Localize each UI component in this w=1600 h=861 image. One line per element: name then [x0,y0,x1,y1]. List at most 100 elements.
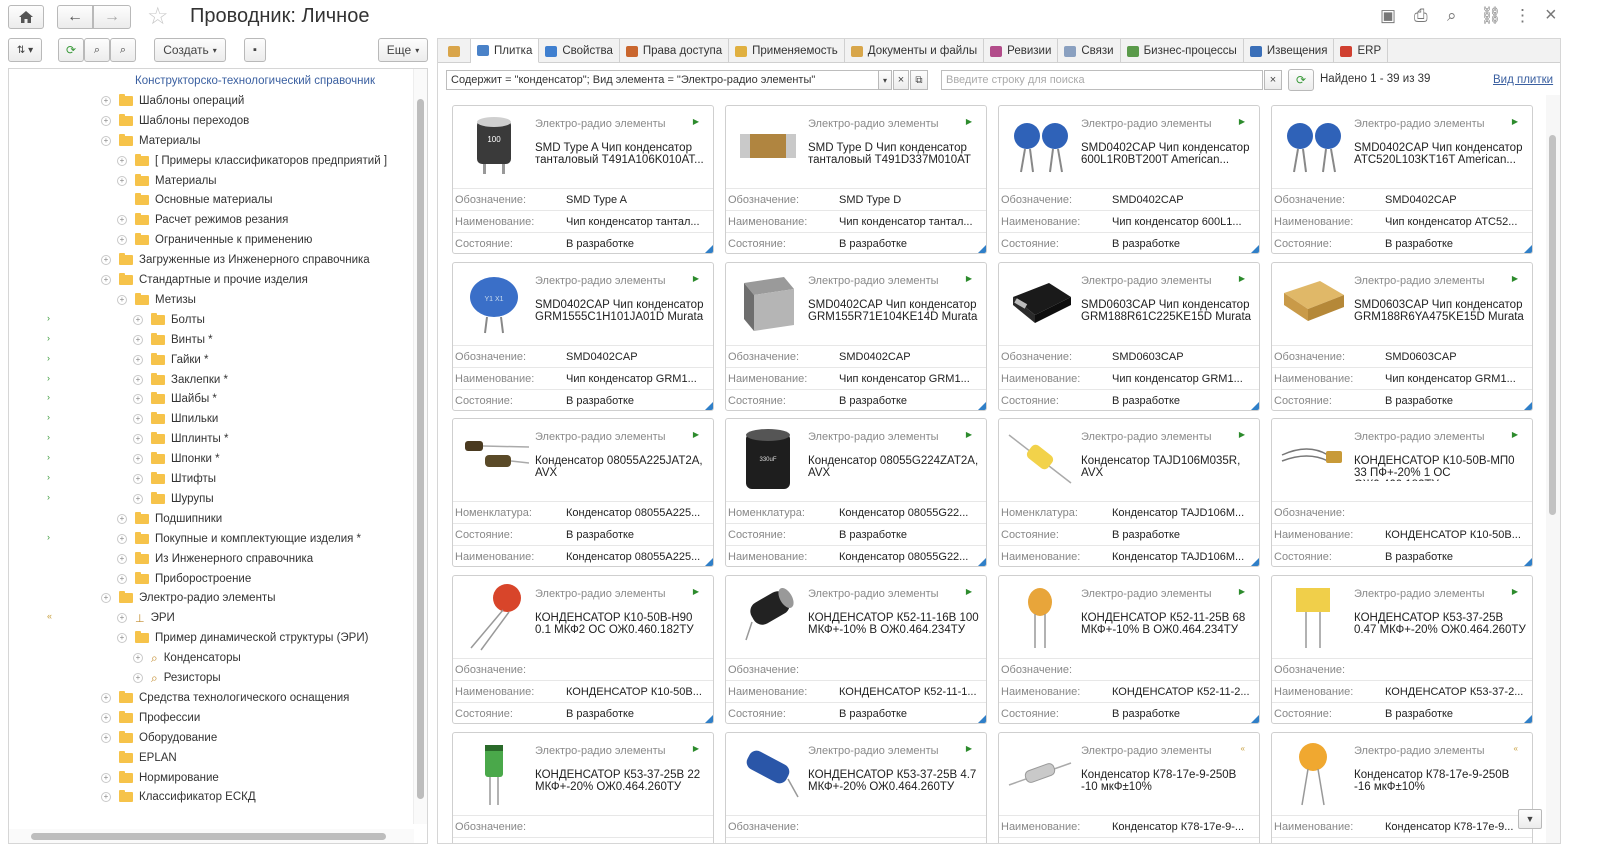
tree-node[interactable]: Основные материалы [117,190,273,210]
more-vertical-icon[interactable]: ⋮ [1514,6,1531,26]
tree-node[interactable]: + Шпонки * [133,449,220,469]
expand-icon[interactable]: + [133,474,143,484]
expand-icon[interactable]: + [101,593,111,604]
tab-search[interactable] [438,39,471,63]
tree-node[interactable]: + ⌕ Конденсаторы [133,648,241,668]
search-input[interactable]: Введите строку для поиска [941,70,1263,90]
tree-horizontal-scrollbar[interactable] [9,829,414,843]
tree-node[interactable]: + Стандартные и прочие изделия [101,270,308,290]
find-next-button[interactable]: ⌕ [110,38,136,62]
tree-node[interactable]: + Шпильки [133,409,218,429]
expand-icon[interactable]: + [133,354,143,365]
tree-node[interactable]: + Пример динамической структуры (ЭРИ) [117,628,368,648]
item-tile[interactable]: Электро-радио элементы ▶ КОНДЕНСАТОР К10-5… [452,575,714,724]
tab-Извещения[interactable]: Извещения [1244,39,1335,63]
item-tile[interactable]: Электро-радио элементы « Конденсатор К78-1… [998,732,1260,843]
filter-open-button[interactable]: ⧉ [910,70,928,90]
item-tile[interactable]: Электро-радио элементы ▶ КОНДЕНСАТОР К53-3… [1271,575,1533,724]
tree-node[interactable]: + Оборудование [101,728,217,748]
expand-icon[interactable]: + [117,294,127,305]
search-clear-button[interactable]: × [1264,70,1282,90]
tab-Применяемость[interactable]: Применяемость [729,39,845,63]
expand-icon[interactable]: + [133,493,143,504]
save-icon[interactable]: ▣ [1380,6,1396,26]
item-tile[interactable]: Электро-радио элементы ▶ КОНДЕНСАТОР К52-1… [998,575,1260,724]
tab-Связи[interactable]: Связи [1058,39,1121,63]
home-button[interactable] [8,5,44,29]
expand-icon[interactable]: + [101,115,111,126]
tree-node[interactable]: + Болты [133,310,205,330]
tree-node[interactable]: + ⊥ ЭРИ [117,608,175,628]
expand-icon[interactable]: + [117,215,127,226]
tree-node[interactable]: + Шайбы * [133,389,217,409]
expand-icon[interactable]: + [133,653,143,664]
close-icon[interactable]: × [1545,4,1557,27]
tree-node[interactable]: + Заклепки * [133,370,228,390]
item-tile[interactable]: Электро-радио элементы ▶ SMD0402CAP Чип ко… [998,105,1260,254]
link-icon[interactable]: ⛓ [1480,6,1502,26]
back-button[interactable]: ← [57,5,93,29]
item-tile[interactable]: Электро-радио элементы ▶ SMD0402CAP Чип ко… [725,262,987,411]
tree-node[interactable]: + Материалы [101,131,201,151]
tab-Свойства[interactable]: Свойства [539,39,620,63]
tree-node[interactable]: + Гайки * [133,350,209,370]
item-tile[interactable]: Электро-радио элементы ▶ КОНДЕНСАТОР К10-5… [1271,418,1533,567]
expand-icon[interactable]: + [133,314,143,325]
tree-node[interactable]: + Средства технологического оснащения [101,688,349,708]
expand-icon[interactable]: + [117,533,127,544]
item-tile[interactable]: Электро-радио элементы « Конденсатор К78-1… [1271,732,1533,843]
tree-node[interactable]: + Электро-радио элементы [101,588,275,608]
expand-icon[interactable]: + [101,135,111,146]
expand-icon[interactable]: + [101,275,111,285]
tree-mode-button[interactable]: ⇅ ▾ [8,38,42,62]
tree-node[interactable]: + Расчет режимов резания [117,210,288,230]
tree-node[interactable]: + Шаблоны операций [101,91,244,111]
tree-node[interactable]: + Материалы [117,171,217,191]
item-tile[interactable]: Электро-радио элементы ▶ КОНДЕНСАТОР К53-3… [452,732,714,843]
print-icon[interactable]: ⎙ [1414,6,1428,26]
tree-node[interactable]: + [ Примеры классификаторов предприятий ] [117,151,387,171]
forward-button[interactable]: → [93,5,131,29]
scroll-thumb[interactable] [1549,135,1556,515]
item-tile[interactable]: Электро-радио элементы ▶ SMD Type D Чип ко… [725,105,987,254]
expand-icon[interactable]: + [101,692,111,703]
tree-node[interactable]: + Приборостроение [117,569,251,589]
more-button[interactable]: Еще ▾ [378,38,428,62]
expand-icon[interactable]: + [133,414,143,425]
expand-icon[interactable]: + [117,513,127,524]
expand-icon[interactable]: + [101,732,111,743]
expand-icon[interactable]: + [101,95,111,106]
tab-Права доступа[interactable]: Права доступа [620,39,730,63]
item-tile[interactable]: Электро-радио элементы ▶ SMD0603CAP Чип ко… [998,262,1260,411]
tree-node[interactable]: + Профессии [101,708,200,728]
filter-field[interactable]: Содержит = "конденсатор"; Вид элемента =… [446,70,892,90]
expand-icon[interactable]: + [101,712,111,723]
expand-icon[interactable]: + [133,394,143,405]
item-tile[interactable]: Электро-радио элементы ▶ Конденсатор 08055… [452,418,714,567]
tab-Бизнес-процессы[interactable]: Бизнес-процессы [1121,39,1244,63]
favorite-star-icon[interactable]: ☆ [147,2,169,31]
tab-Документы и файлы[interactable]: Документы и файлы [845,39,985,63]
expand-icon[interactable]: + [117,155,127,166]
item-tile[interactable]: Электро-радио элементы ▶ КОНДЕНСАТОР К53-3… [725,732,987,843]
expand-icon[interactable]: + [117,613,127,624]
tab-ERP[interactable]: ERP [1334,39,1389,63]
tree-node[interactable]: EPLAN [101,748,177,768]
item-tile[interactable]: 330uF Электро-радио элементы ▶ Конденсатор … [725,418,987,567]
tree-node[interactable]: + Шплинты * [133,429,228,449]
tree-node[interactable]: + Загруженные из Инженерного справочника [101,250,370,270]
expand-icon[interactable]: + [133,434,143,445]
item-tile[interactable]: Y1 X1 Электро-радио элементы ▶ SMD0402CAP Ч… [452,262,714,411]
expand-icon[interactable]: + [133,673,143,683]
tree-node[interactable]: + Метизы [117,290,196,310]
tree-node[interactable]: + Винты * [133,330,213,350]
tree-node[interactable]: + Ограниченные к применению [117,230,312,250]
save-button[interactable]: ▪ [244,38,266,62]
grid-vertical-scrollbar[interactable] [1546,95,1560,843]
item-tile[interactable]: Электро-радио элементы ▶ Конденсатор TAJD1… [998,418,1260,567]
expand-icon[interactable]: + [117,235,127,246]
tree-node[interactable]: + Покупные и комплектующие изделия * [117,529,361,549]
expand-icon[interactable]: + [101,792,111,803]
expand-icon[interactable]: + [117,633,127,644]
create-button[interactable]: Создать ▾ [154,38,226,62]
